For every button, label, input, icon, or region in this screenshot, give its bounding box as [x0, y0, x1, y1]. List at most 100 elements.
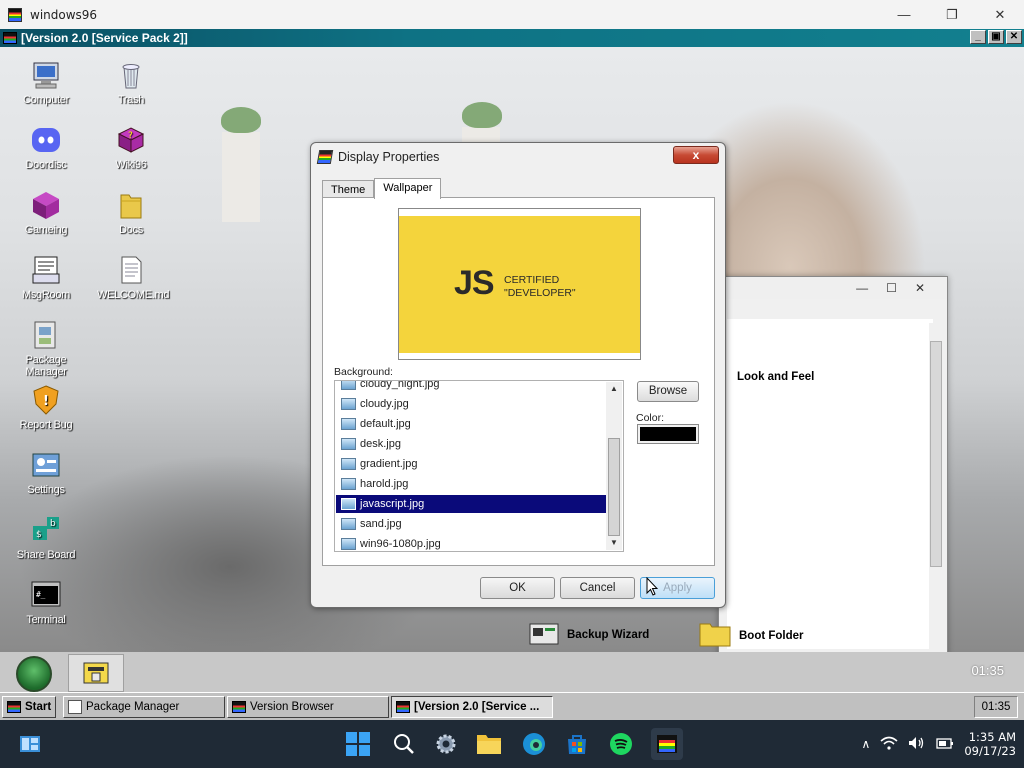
file-name: default.jpg: [360, 418, 411, 430]
edge-icon[interactable]: [520, 730, 548, 758]
w96-close-button[interactable]: ✕: [1006, 30, 1022, 44]
clock-time: 1:35 AM: [968, 730, 1016, 744]
task-package-manager[interactable]: Package Manager: [63, 696, 225, 718]
dialog-tabs: Theme Wallpaper: [322, 178, 442, 199]
image-file-icon: [341, 478, 356, 490]
desktop-icon-doordisc[interactable]: Doordisc: [14, 124, 78, 171]
host-minimize-button[interactable]: —: [880, 0, 928, 29]
file-list-scrollbar[interactable]: ▲ ▼: [606, 382, 622, 550]
start-orb-icon[interactable]: [16, 656, 52, 692]
file-list-item[interactable]: harold.jpg: [336, 475, 608, 493]
desktop-icon-msgroom[interactable]: MsgRoom: [14, 254, 78, 301]
settings-icon[interactable]: [432, 730, 460, 758]
display-properties-icon: [316, 150, 334, 164]
w96-titlebar: [Version 2.0 [Service Pack 2]] _ ▣ ✕: [0, 29, 1024, 47]
file-explorer-icon[interactable]: [475, 730, 503, 758]
desktop-icon-docs[interactable]: Docs: [99, 189, 163, 236]
host-restore-button[interactable]: ❐: [928, 0, 976, 29]
scrollbar-thumb[interactable]: [608, 438, 620, 536]
svg-text:$: $: [36, 530, 41, 540]
desktop-icon-settings[interactable]: Settings: [14, 449, 78, 496]
file-list-item[interactable]: desk.jpg: [336, 435, 608, 453]
image-file-icon: [341, 438, 356, 450]
backup-wizard-item[interactable]: Backup Wizard: [529, 621, 649, 648]
preview-image: JS CERTIFIED "DEVELOPER": [399, 216, 640, 353]
widgets-icon[interactable]: [16, 730, 44, 758]
desktop-icon-report-bug[interactable]: ! Report Bug: [14, 384, 78, 431]
file-list-item[interactable]: sand.jpg: [336, 515, 608, 533]
volume-icon[interactable]: [908, 736, 926, 753]
dialog-titlebar[interactable]: Display Properties x: [311, 143, 725, 171]
background-label: Background:: [334, 366, 393, 378]
spotify-icon[interactable]: [607, 730, 635, 758]
shield-icon: !: [30, 384, 62, 416]
preview-caption: CERTIFIED "DEVELOPER": [504, 274, 576, 299]
file-name: gradient.jpg: [360, 458, 418, 470]
scrollbar-thumb[interactable]: [930, 341, 942, 567]
cancel-button[interactable]: Cancel: [560, 577, 635, 599]
tab-wallpaper[interactable]: Wallpaper: [374, 178, 442, 199]
desktop-icon-trash[interactable]: Trash: [99, 59, 163, 106]
windows11-clock[interactable]: 1:35 AM 09/17/23: [964, 730, 1016, 758]
task-version-browser[interactable]: Version Browser: [227, 696, 389, 718]
mouse-cursor-icon: [646, 577, 658, 596]
image-file-icon: [341, 518, 356, 530]
look-feel-label: Look and Feel: [737, 371, 815, 383]
file-list-item[interactable]: javascript.jpg: [336, 495, 608, 513]
w96-window-title: [Version 2.0 [Service Pack 2]]: [21, 31, 188, 45]
start-button[interactable]: Start: [2, 696, 56, 718]
wifi-icon[interactable]: [880, 736, 898, 753]
w96-minimize-button[interactable]: _: [970, 30, 986, 44]
desktop[interactable]: Computer Trash Doordisc ? Wiki96 Gameing…: [0, 47, 1024, 652]
file-list-item[interactable]: gradient.jpg: [336, 455, 608, 473]
browse-button[interactable]: Browse: [637, 381, 699, 402]
dialog-close-button[interactable]: x: [673, 146, 719, 164]
scroll-up-icon[interactable]: ▲: [606, 382, 622, 396]
file-name: sand.jpg: [360, 518, 402, 530]
desktop-icon-wiki96[interactable]: ? Wiki96: [99, 124, 163, 171]
file-list-item[interactable]: win96-1080p.jpg: [336, 535, 608, 551]
wallpaper-pot: [222, 132, 260, 222]
file-list-item[interactable]: cloudy.jpg: [336, 395, 608, 413]
file-name: cloudy_night.jpg: [360, 380, 440, 390]
w96-maximize-button[interactable]: ▣: [988, 30, 1004, 44]
chevron-up-icon[interactable]: ∧: [862, 737, 871, 751]
folder-icon: [115, 189, 147, 221]
display-properties-dialog[interactable]: Display Properties x Theme Wallpaper JS …: [310, 142, 726, 608]
bg-close-button[interactable]: ✕: [915, 281, 925, 295]
desktop-icon-gameing[interactable]: Gameing: [14, 189, 78, 236]
file-list-item[interactable]: default.jpg: [336, 415, 608, 433]
desktop-icon-share-board[interactable]: $ b Share Board: [14, 514, 78, 561]
background-file-list[interactable]: cloudy_night.jpg cloudy.jpg default.jpg des…: [334, 380, 624, 552]
battery-icon[interactable]: [936, 736, 954, 753]
image-file-icon: [341, 458, 356, 470]
version-browser-content: [727, 319, 933, 649]
ok-button[interactable]: OK: [480, 577, 555, 599]
desktop-icon-computer[interactable]: Computer: [14, 59, 78, 106]
store-icon[interactable]: [563, 730, 591, 758]
bg-maximize-button[interactable]: ☐: [886, 281, 897, 295]
look-and-feel-item[interactable]: Look and Feel: [737, 371, 814, 383]
version-browser-window[interactable]: — ☐ ✕ Look and Feel Backup Wizard Boot F…: [529, 276, 948, 652]
scroll-down-icon[interactable]: ▼: [606, 536, 622, 550]
boot-folder-item[interactable]: Boot Folder: [699, 621, 804, 650]
pinned-app-button[interactable]: [68, 654, 124, 692]
desktop-icon-package-manager[interactable]: Package Manager: [14, 319, 78, 378]
search-icon[interactable]: [390, 730, 418, 758]
svg-text:?: ?: [128, 131, 133, 141]
image-file-icon: [341, 498, 356, 510]
color-picker[interactable]: [637, 424, 699, 444]
image-file-icon: [341, 418, 356, 430]
desktop-icon-terminal[interactable]: #_ Terminal: [14, 579, 78, 626]
desktop-icon-welcome[interactable]: WELCOME.md: [97, 254, 169, 301]
wallpaper-tab-panel: JS CERTIFIED "DEVELOPER" Background: clo…: [322, 197, 715, 566]
host-close-button[interactable]: ✕: [976, 0, 1024, 29]
color-swatch: [640, 427, 696, 441]
start-icon[interactable]: [344, 730, 372, 758]
version-browser-scrollbar[interactable]: [929, 323, 943, 652]
task-version-window[interactable]: [Version 2.0 [Service ...: [391, 696, 553, 718]
windows96-icon[interactable]: [651, 728, 683, 760]
bg-minimize-button[interactable]: —: [856, 281, 868, 295]
file-list-item[interactable]: cloudy_night.jpg: [336, 380, 608, 393]
win96-tray-clock: 01:35: [974, 696, 1018, 718]
